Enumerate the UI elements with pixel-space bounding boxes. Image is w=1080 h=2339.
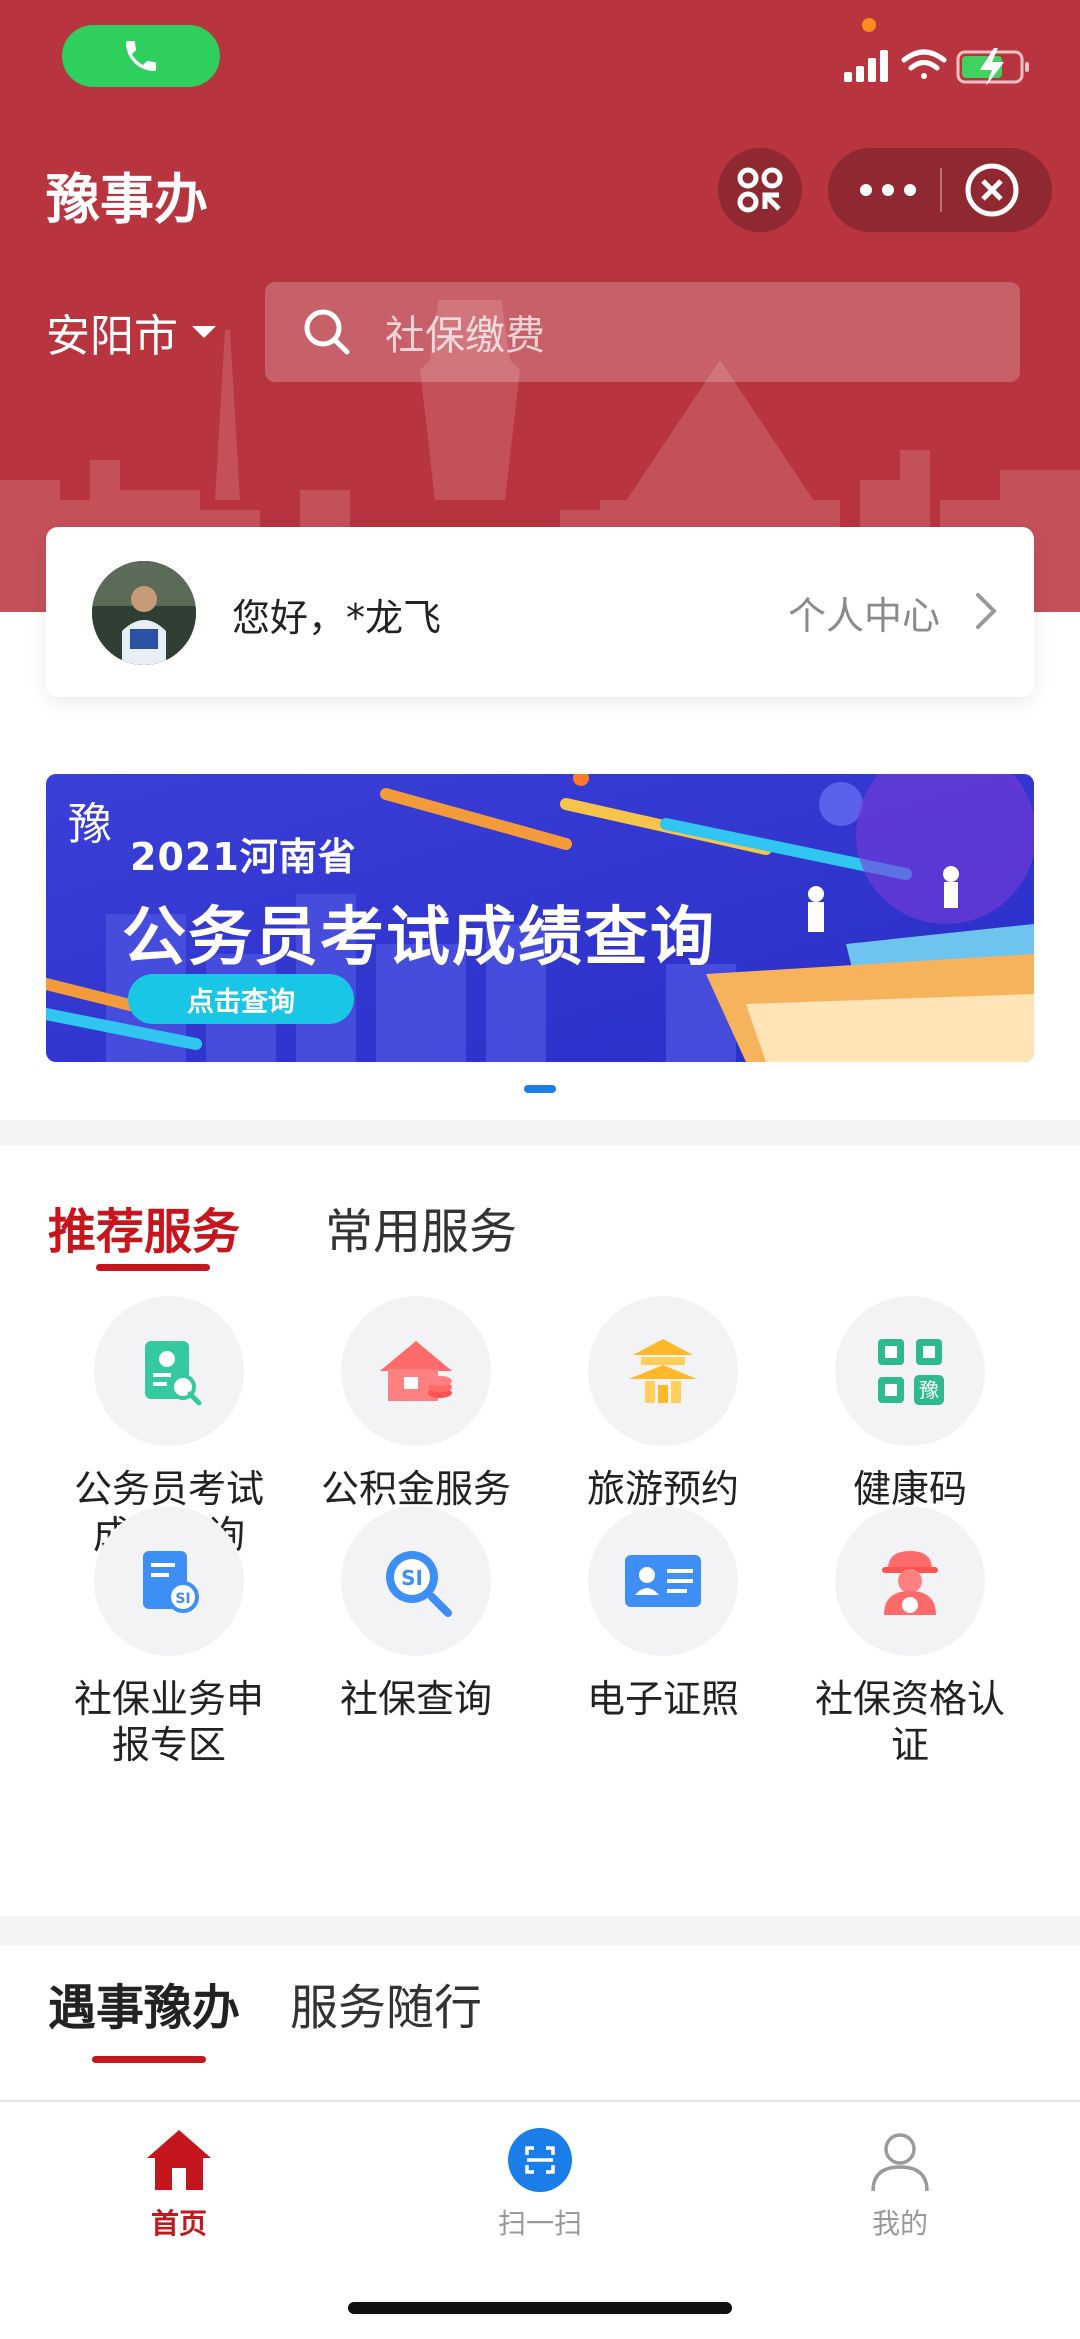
service-label: 电子证照 [586, 1677, 739, 1721]
svg-text:SI: SI [401, 1566, 423, 1590]
banner-line1: 2021河南省 [130, 835, 357, 879]
battery-charging-icon [956, 48, 1029, 86]
greeting-text: 您好，*龙飞 [232, 596, 442, 640]
avatar [92, 561, 196, 665]
signal-icon [844, 50, 888, 82]
capsule-divider [940, 168, 942, 212]
search-placeholder: 社保缴费 [385, 313, 545, 359]
tabbar-item-home[interactable]: 首页 [79, 2124, 279, 2242]
si-certification-icon [882, 1551, 938, 1615]
search-icon [304, 309, 350, 355]
wifi-icon [901, 49, 947, 79]
phone-icon [126, 41, 156, 71]
service-label: 社保查询 [339, 1677, 492, 1721]
pagoda-icon [629, 1339, 697, 1403]
house-fund-icon [380, 1341, 452, 1401]
tabbar-label-mine: 我的 [871, 2207, 928, 2240]
tabbar-label-home: 首页 [150, 2207, 207, 2240]
service-icon-bg [94, 1296, 244, 1446]
service-icon-bg: SI [94, 1506, 244, 1656]
promo-banner[interactable]: 豫 2021河南省 公务员考试成绩查询 点击查询 [46, 774, 1034, 1062]
service-icon-bg [341, 1296, 491, 1446]
banner-cta-button[interactable]: 点击查询 [128, 974, 354, 1024]
carousel-indicator [524, 1085, 556, 1093]
tab-recommended[interactable]: 推荐服务 [48, 1192, 240, 1262]
home-icon [147, 2130, 211, 2190]
service-label: 社保业务申 报专区 [73, 1677, 264, 1767]
user-icon [871, 2133, 929, 2192]
si-search-icon: SI [386, 1551, 452, 1617]
close-icon [965, 163, 1019, 217]
svg-text:豫: 豫 [919, 1378, 939, 1402]
app-title: 豫事办 [46, 168, 208, 231]
tabbar-item-scan[interactable]: 扫一扫 [440, 2124, 640, 2242]
service-item-si-declaration[interactable]: SI 社保业务申 报专区 [46, 1506, 292, 1768]
home-indicator [348, 2302, 732, 2314]
city-name: 安阳市 [46, 311, 178, 362]
service-item-e-license[interactable]: 电子证照 [540, 1506, 786, 1722]
scan-shortcut-button[interactable] [718, 148, 802, 232]
active-tab-underline [96, 1264, 210, 1271]
tabbar-label-scan: 扫一扫 [497, 2207, 582, 2240]
service-item-si-certification[interactable]: 社保资格认 证 [787, 1506, 1033, 1768]
service-icon-bg: 豫 [835, 1296, 985, 1446]
city-selector[interactable]: 安阳市 [46, 300, 216, 364]
service-icon-bg [588, 1296, 738, 1446]
status-icons [844, 48, 1029, 86]
service-item-housing-fund[interactable]: 公积金服务 [293, 1296, 539, 1512]
active-call-pill[interactable] [62, 25, 220, 87]
tab-common[interactable]: 常用服务 [325, 1192, 517, 1262]
qr-health-icon: 豫 [878, 1339, 944, 1405]
scan-code-icon [737, 167, 783, 213]
status-bar [0, 0, 1080, 120]
close-button[interactable] [964, 162, 1020, 218]
service-item-si-query[interactable]: SI 社保查询 [293, 1506, 539, 1722]
privacy-indicator-dot [862, 18, 876, 32]
life-events-section: 遇事豫办 服务随行 [0, 1946, 1080, 2100]
service-item-travel[interactable]: 旅游预约 [540, 1296, 786, 1512]
tabbar-item-mine[interactable]: 我的 [800, 2124, 1000, 2242]
more-button[interactable] [858, 148, 918, 232]
svg-text:SI: SI [175, 1591, 190, 1607]
service-label: 社保资格认 证 [814, 1677, 1005, 1767]
personal-center-link[interactable]: 个人中心 [788, 585, 940, 640]
banner-line2: 公务员考试成绩查询 [122, 901, 716, 975]
service-item-health-code[interactable]: 豫 健康码 [787, 1296, 1033, 1512]
tab-life-events[interactable]: 遇事豫办 [48, 1968, 240, 2038]
more-dots-icon [860, 184, 916, 196]
banner-logo: 豫 [68, 799, 112, 850]
search-bar[interactable]: 社保缴费 [265, 282, 1020, 382]
services-panel: 推荐服务 常用服务 公务员考试 成绩查询 公积金服务 [0, 1146, 1080, 1916]
exam-score-icon [145, 1341, 202, 1406]
user-card[interactable]: 您好，*龙飞 个人中心 [46, 527, 1034, 697]
chevron-right-icon [976, 593, 997, 629]
service-icon-bg [835, 1506, 985, 1656]
service-icon-bg [588, 1506, 738, 1656]
scan-icon [508, 2128, 572, 2192]
caret-down-icon [192, 326, 216, 338]
id-card-icon [625, 1555, 701, 1607]
tab-service-follow[interactable]: 服务随行 [290, 1968, 482, 2038]
miniprogram-capsule [828, 148, 1052, 232]
service-icon-bg: SI [341, 1506, 491, 1656]
si-document-icon: SI [143, 1551, 199, 1613]
active-tab-underline [92, 2056, 206, 2063]
